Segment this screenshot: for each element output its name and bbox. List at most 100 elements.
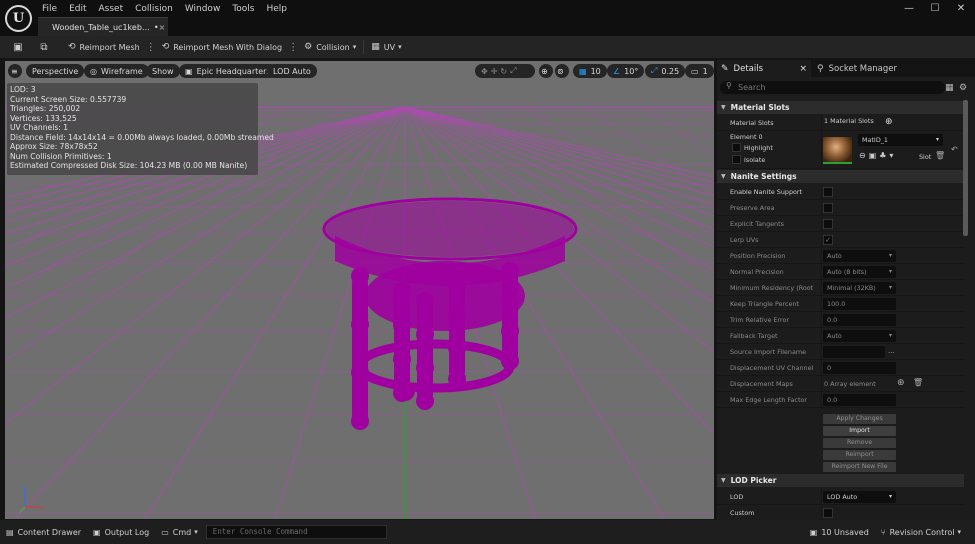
fallback-target-dropdown[interactable]: Auto ▾ xyxy=(823,330,896,342)
trim-error-input[interactable]: 0.0 xyxy=(823,314,896,326)
transform-tools[interactable]: ✥ ✛ ↻ ⤢ xyxy=(475,64,535,78)
menu-tools[interactable]: Tools xyxy=(226,1,260,17)
static-mesh-icon xyxy=(43,24,49,30)
console-input[interactable]: Enter Console Command xyxy=(205,525,387,539)
explicit-tangents-checkbox[interactable] xyxy=(823,219,833,229)
custom-label: Custom xyxy=(730,509,755,517)
scale-snap-button[interactable]: ⤢ 0.25 xyxy=(645,64,686,78)
browse-asset-icon[interactable]: ⧉ xyxy=(38,42,50,53)
surface-snap-icon: ⊚ xyxy=(557,66,564,76)
add-slot-icon[interactable]: ⊕ xyxy=(885,117,893,127)
leg-bead xyxy=(448,370,466,388)
menu-asset[interactable]: Asset xyxy=(93,1,130,17)
cmd-dropdown[interactable]: ▭ Cmd ▾ xyxy=(155,520,204,544)
content-drawer-button[interactable]: ▤ Content Drawer xyxy=(0,520,87,544)
material-slots-header[interactable]: ▼ Material Slots xyxy=(717,101,964,114)
position-precision-dropdown[interactable]: Auto ▾ xyxy=(823,250,896,262)
source-import-row: Source Import Filename... xyxy=(717,344,964,360)
gear-icon[interactable]: ⚙ xyxy=(959,83,967,93)
max-edge-input[interactable]: 0.0 xyxy=(823,394,896,406)
save-icon[interactable]: ▣ xyxy=(12,42,24,53)
close-window-button[interactable]: ✕ xyxy=(950,3,972,14)
keep-triangle-input[interactable]: 100.0 xyxy=(823,298,896,310)
disp-uv-input[interactable]: 0 xyxy=(823,362,896,374)
details-scrollbar[interactable] xyxy=(963,100,968,236)
material-dropdown[interactable]: MatID_1 ▾ xyxy=(858,134,943,146)
wireframe-button[interactable]: ◎ Wireframe xyxy=(84,64,149,78)
translate-icon[interactable]: ✛ xyxy=(491,67,501,76)
perspective-button[interactable]: Perspective xyxy=(26,64,85,78)
menu-edit[interactable]: Edit xyxy=(63,1,92,17)
enable-nanite-checkbox[interactable] xyxy=(823,187,833,197)
uv-dropdown[interactable]: ▦ UV ▾ xyxy=(367,38,405,56)
chevron-down-icon: ▾ xyxy=(888,493,892,500)
minimize-button[interactable]: — xyxy=(898,3,920,14)
rotation-snap-button[interactable]: ∠ 10° xyxy=(607,64,645,78)
viewport-toolbar: ≡ Perspective ◎ Wireframe Show ▣ Epic Head… xyxy=(5,63,714,80)
revision-control-button[interactable]: ⑂ Revision Control ▾ xyxy=(875,520,967,544)
menu-collision[interactable]: Collision xyxy=(129,1,179,17)
tab-details[interactable]: ✎ Details × xyxy=(717,60,811,77)
stat-disk-size: Estimated Compressed Disk Size: 104.23 M… xyxy=(10,161,248,170)
delete-icon[interactable]: 🗑 xyxy=(913,378,923,387)
position-precision-label: Position Precision xyxy=(730,252,786,260)
unsaved-button[interactable]: ▣ 10 Unsaved xyxy=(804,520,875,544)
browse-dots-button[interactable]: ... xyxy=(888,347,895,355)
reimport-button[interactable]: Reimport xyxy=(823,450,896,460)
show-button[interactable]: Show xyxy=(146,64,180,78)
options-dots-icon[interactable]: ⋮ xyxy=(144,42,158,53)
add-element-icon[interactable]: ⊕ xyxy=(897,378,905,388)
lerp-uvs-checkbox[interactable]: ✓ xyxy=(823,235,833,245)
import-button[interactable]: Import xyxy=(823,426,896,436)
remove-button[interactable]: Remove xyxy=(823,438,896,448)
leg-bead xyxy=(501,262,519,280)
coordinate-space-button[interactable]: ⊕ xyxy=(539,64,553,78)
isolate-checkbox[interactable] xyxy=(732,155,741,164)
delete-icon[interactable]: 🗑 xyxy=(935,151,945,160)
menu-file[interactable]: File xyxy=(36,1,63,17)
tab-close-icon[interactable]: × xyxy=(159,23,166,32)
source-import-input[interactable] xyxy=(823,346,885,358)
maximize-button[interactable]: ☐ xyxy=(924,3,946,14)
reimport-new-file-button[interactable]: Reimport New File xyxy=(823,462,896,472)
material-thumbnail[interactable] xyxy=(823,137,852,164)
menu-window[interactable]: Window xyxy=(179,1,227,17)
details-search-input[interactable]: ⚲ Search xyxy=(720,81,945,94)
grid-snap-value: 10 xyxy=(590,66,601,76)
trim-error-label: Trim Relative Error xyxy=(730,316,790,324)
lod-picker-header[interactable]: ▼ LOD Picker xyxy=(717,474,964,487)
collision-dropdown[interactable]: ⚙ Collision ▾ xyxy=(300,38,360,56)
rotate-icon[interactable]: ↻ xyxy=(500,67,510,76)
preserve-area-checkbox[interactable] xyxy=(823,203,833,213)
menu-help[interactable]: Help xyxy=(260,1,293,17)
camera-speed-button[interactable]: ▭ 1 xyxy=(685,64,714,78)
surface-snap-button[interactable]: ⊚ xyxy=(555,64,569,78)
lod-dropdown[interactable]: LOD Auto ▾ xyxy=(823,491,896,503)
table-view-icon[interactable]: ▦ xyxy=(945,83,954,93)
options-dots-icon-2[interactable]: ⋮ xyxy=(286,42,300,53)
asset-tab[interactable]: Wooden_Table_uc1keb… • × xyxy=(38,17,168,36)
preview-scene-button[interactable]: ▣ Epic Headquarters xyxy=(179,64,277,78)
nanite-settings-header[interactable]: ▼ Nanite Settings xyxy=(717,170,964,183)
grid-snap-button[interactable]: ▦ 10 xyxy=(573,64,607,78)
reimport-mesh-button[interactable]: ⟲ Reimport Mesh xyxy=(64,38,144,56)
fallback-target-label: Fallback Target xyxy=(730,332,778,340)
isolate-label: Isolate xyxy=(744,156,766,164)
select-icon[interactable]: ✥ xyxy=(481,67,491,76)
reset-arrow-icon[interactable]: ↶ xyxy=(951,145,958,154)
reimport-dialog-button[interactable]: ⟲ Reimport Mesh With Dialog xyxy=(158,38,286,56)
normal-precision-dropdown[interactable]: Auto (8 bits) ▾ xyxy=(823,266,896,278)
highlight-checkbox[interactable] xyxy=(732,143,741,152)
scale-icon[interactable]: ⤢ xyxy=(510,66,519,76)
tab-socket-manager[interactable]: ⚲ Socket Manager xyxy=(813,60,933,77)
tab-close-icon[interactable]: × xyxy=(799,64,807,74)
lod-button[interactable]: LOD Auto xyxy=(267,64,317,78)
unreal-logo-icon[interactable]: U xyxy=(5,5,32,32)
min-residency-dropdown[interactable]: Minimal (32KB) ▾ xyxy=(823,282,896,294)
viewport-menu-button[interactable]: ≡ xyxy=(8,64,22,78)
material-action-icons[interactable]: ⊖▣♣▾ xyxy=(859,151,896,160)
mesh-viewport[interactable]: ≡ Perspective ◎ Wireframe Show ▣ Epic Head… xyxy=(5,61,714,519)
output-log-button[interactable]: ▣ Output Log xyxy=(87,520,155,544)
apply-changes-button[interactable]: Apply Changes xyxy=(823,414,896,424)
custom-checkbox[interactable] xyxy=(823,508,833,518)
